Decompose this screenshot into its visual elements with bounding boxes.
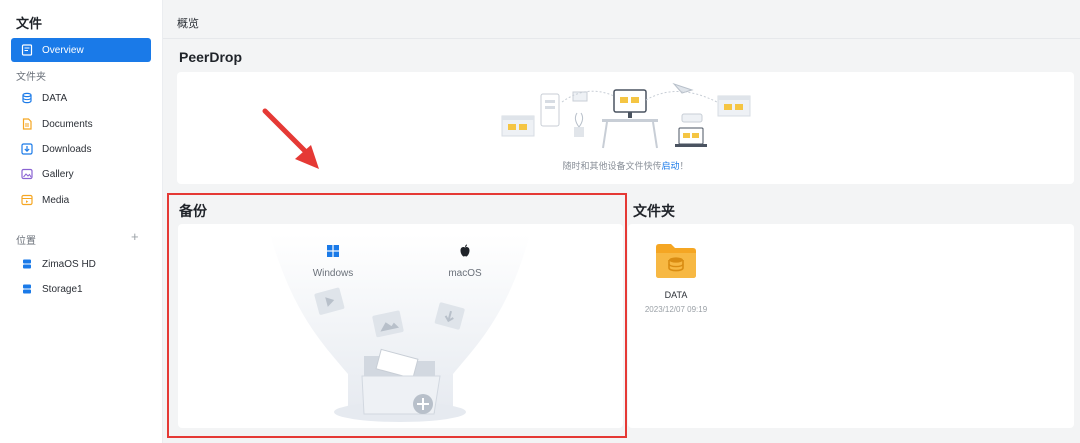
sidebar-item-zimaos-hd[interactable]: ZimaOS HD <box>11 252 151 276</box>
location-section-label: 位置 <box>16 236 36 247</box>
folder-date: 2023/12/07 09:19 <box>644 305 708 314</box>
sidebar-item-label: ZimaOS HD <box>42 258 96 270</box>
sidebar-item-label: Storage1 <box>42 283 83 295</box>
media-icon <box>21 194 33 206</box>
sidebar-item-label: Overview <box>42 44 84 56</box>
sidebar-item-label: Media <box>42 194 70 206</box>
add-location-icon[interactable]: + <box>131 229 139 244</box>
peerdrop-start-link[interactable]: 启动 <box>661 161 679 171</box>
arrow-annotation-icon <box>262 108 319 169</box>
document-icon <box>21 118 33 130</box>
top-bar: 概览 <box>163 0 1080 39</box>
app-title: 文件 <box>16 16 43 31</box>
drive-icon <box>21 283 33 295</box>
image-icon <box>21 168 33 180</box>
database-icon <box>21 92 33 104</box>
folder-data-icon[interactable] <box>655 243 697 279</box>
sidebar-item-media[interactable]: Media <box>11 188 151 212</box>
folders-section-label: 文件夹 <box>16 72 46 83</box>
breadcrumb: 概览 <box>177 18 199 30</box>
sidebar-item-label: Documents <box>42 118 93 130</box>
sidebar-item-overview[interactable]: Overview <box>11 38 151 62</box>
download-icon <box>21 143 33 155</box>
drive-icon <box>21 258 33 270</box>
sidebar-item-label: Gallery <box>42 168 74 180</box>
sidebar-item-label: Downloads <box>42 143 92 155</box>
sidebar: 文件 Overview 文件夹 DATA Documents Downloads… <box>0 0 163 443</box>
folder-name[interactable]: DATA <box>630 290 722 300</box>
sidebar-item-documents[interactable]: Documents <box>11 112 151 136</box>
sidebar-item-gallery[interactable]: Gallery <box>11 162 151 186</box>
sidebar-item-storage1[interactable]: Storage1 <box>11 277 151 301</box>
sidebar-item-label: DATA <box>42 92 68 104</box>
folders-title: 文件夹 <box>633 203 675 219</box>
peerdrop-title: PeerDrop <box>179 49 243 65</box>
highlight-box <box>167 193 627 438</box>
sidebar-item-downloads[interactable]: Downloads <box>11 137 151 161</box>
sidebar-item-data[interactable]: DATA <box>11 86 151 110</box>
overview-icon <box>21 44 33 56</box>
